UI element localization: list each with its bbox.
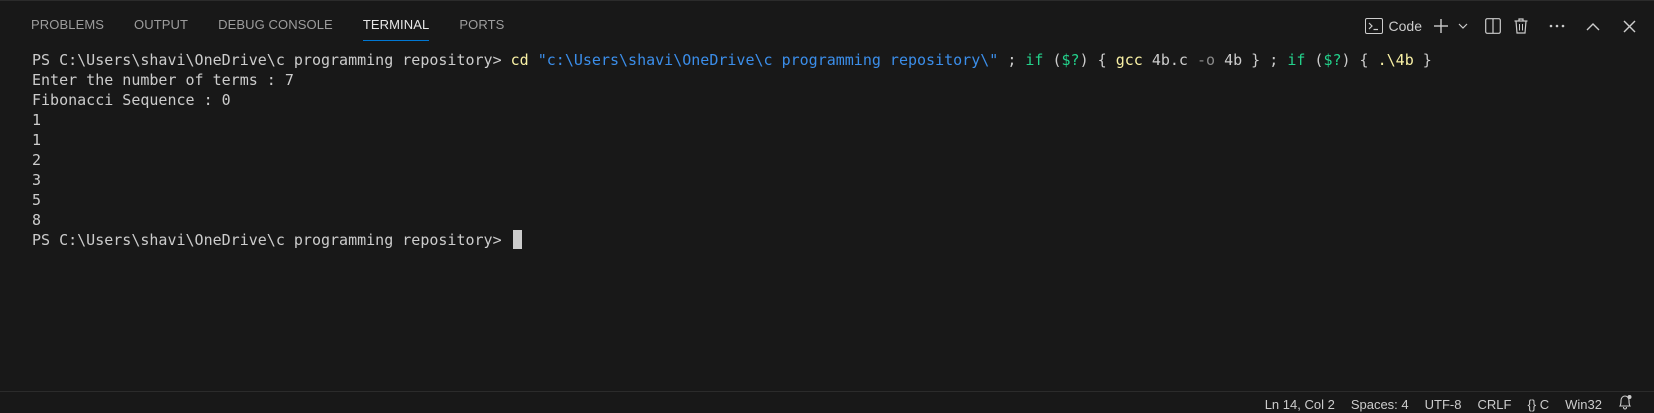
new-terminal-dropdown-button[interactable] bbox=[1456, 13, 1470, 39]
close-panel-button[interactable] bbox=[1616, 13, 1642, 39]
command-run: .\4b bbox=[1377, 51, 1414, 69]
more-icon bbox=[1549, 24, 1565, 28]
vscode-panel: PROBLEMS OUTPUT DEBUG CONSOLE TERMINAL P… bbox=[0, 0, 1654, 413]
command-text: 4b.c bbox=[1142, 51, 1197, 69]
command-text: 4b } ; bbox=[1215, 51, 1288, 69]
kill-terminal-button[interactable] bbox=[1508, 13, 1534, 39]
terminal-prompt: PS C:\Users\shavi\OneDrive\c programming… bbox=[32, 51, 511, 69]
trash-icon bbox=[1514, 18, 1528, 34]
braces-icon: {} bbox=[1527, 397, 1537, 412]
command-flag: -o bbox=[1197, 51, 1216, 69]
command-text: ; bbox=[998, 51, 1026, 69]
command-if: if bbox=[1287, 51, 1306, 69]
terminal-icon bbox=[1364, 18, 1383, 34]
chevron-down-icon bbox=[1458, 22, 1468, 30]
maximize-panel-button[interactable] bbox=[1580, 13, 1606, 39]
terminal-output-line: 5 bbox=[32, 191, 42, 209]
tab-problems[interactable]: PROBLEMS bbox=[18, 1, 117, 45]
command-text: ( bbox=[1043, 51, 1062, 69]
launch-profile-button[interactable]: Code bbox=[1361, 13, 1426, 39]
command-text: ( bbox=[1305, 51, 1324, 69]
close-icon bbox=[1623, 20, 1636, 33]
status-bar: Ln 14, Col 2 Spaces: 4 UTF-8 CRLF {} C W… bbox=[0, 391, 1654, 413]
more-actions-button[interactable] bbox=[1544, 13, 1570, 39]
terminal-output-line: 1 bbox=[32, 111, 42, 129]
status-language-mode[interactable]: {} C bbox=[1519, 392, 1557, 413]
status-language-label: C bbox=[1539, 397, 1550, 412]
tab-debug-console[interactable]: DEBUG CONSOLE bbox=[205, 1, 346, 45]
status-cursor-position[interactable]: Ln 14, Col 2 bbox=[1257, 392, 1343, 413]
tab-output[interactable]: OUTPUT bbox=[121, 1, 201, 45]
tab-ports[interactable]: PORTS bbox=[446, 1, 517, 45]
terminal-cursor bbox=[512, 230, 522, 249]
status-platform[interactable]: Win32 bbox=[1557, 392, 1610, 413]
terminal-output-line: 3 bbox=[32, 171, 42, 189]
terminal-output-line: Fibonacci Sequence : 0 bbox=[32, 91, 231, 109]
terminal-final-prompt-line: PS C:\Users\shavi\OneDrive\c programming… bbox=[32, 230, 1654, 250]
terminal-output-line: 2 bbox=[32, 151, 42, 169]
new-terminal-button[interactable] bbox=[1428, 13, 1454, 39]
command-path: "c:\Users\shavi\OneDrive\c programming r… bbox=[537, 51, 999, 69]
status-indentation[interactable]: Spaces: 4 bbox=[1343, 392, 1417, 413]
split-icon bbox=[1485, 18, 1501, 34]
tab-terminal[interactable]: TERMINAL bbox=[350, 1, 443, 45]
terminal-output-line: Enter the number of terms : 7 bbox=[32, 71, 294, 89]
command-if: if bbox=[1025, 51, 1044, 69]
panel-header: PROBLEMS OUTPUT DEBUG CONSOLE TERMINAL P… bbox=[0, 0, 1654, 44]
terminal-prompt: PS C:\Users\shavi\OneDrive\c programming… bbox=[32, 231, 511, 249]
terminal-command-line: PS C:\Users\shavi\OneDrive\c programming… bbox=[32, 50, 1654, 70]
command-var: $? bbox=[1323, 51, 1342, 69]
status-bar-right: Ln 14, Col 2 Spaces: 4 UTF-8 CRLF {} C W… bbox=[1257, 392, 1640, 413]
panel-tabs: PROBLEMS OUTPUT DEBUG CONSOLE TERMINAL P… bbox=[18, 1, 521, 45]
command-cd: cd bbox=[510, 51, 529, 69]
bell-icon bbox=[1618, 393, 1632, 413]
command-text: } bbox=[1413, 51, 1432, 69]
chevron-up-icon bbox=[1586, 22, 1600, 31]
panel-actions: Code bbox=[1361, 11, 1642, 41]
terminal-output[interactable]: PS C:\Users\shavi\OneDrive\c programming… bbox=[0, 44, 1654, 374]
launch-profile-label: Code bbox=[1388, 18, 1422, 34]
terminal-output-line: 8 bbox=[32, 211, 42, 229]
command-text: ) { bbox=[1079, 51, 1116, 69]
terminal-output-line: 1 bbox=[32, 131, 42, 149]
command-gcc: gcc bbox=[1115, 51, 1143, 69]
command-text: ) { bbox=[1341, 51, 1378, 69]
command-var: $? bbox=[1061, 51, 1080, 69]
split-terminal-button[interactable] bbox=[1480, 13, 1506, 39]
notifications-button[interactable] bbox=[1610, 392, 1640, 413]
add-icon bbox=[1433, 18, 1449, 34]
status-encoding[interactable]: UTF-8 bbox=[1417, 392, 1470, 413]
status-eol[interactable]: CRLF bbox=[1469, 392, 1519, 413]
